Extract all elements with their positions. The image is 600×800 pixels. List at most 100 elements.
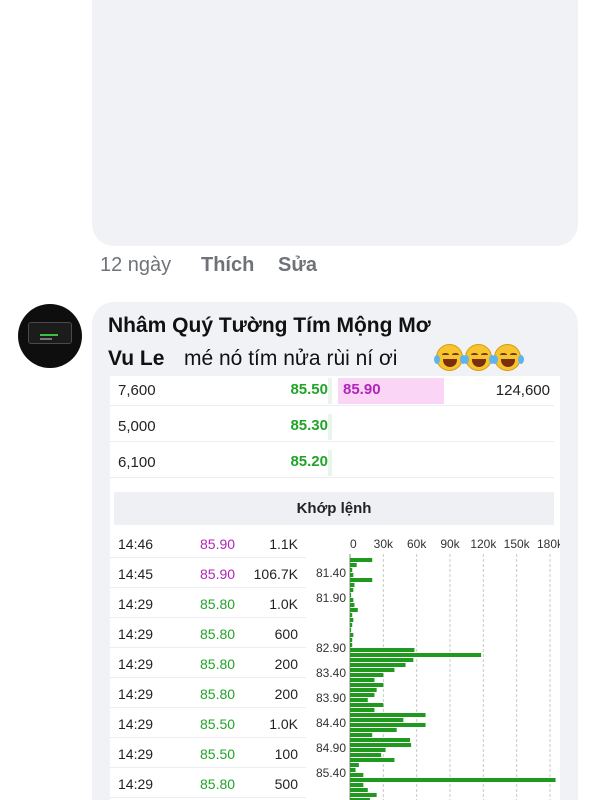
volume-bar: [350, 643, 353, 647]
bid-price: 85.20: [290, 453, 328, 470]
volume-bar: [350, 748, 386, 752]
comment-mention[interactable]: Vu Le: [108, 347, 164, 371]
attached-stock-screenshot[interactable]: 7,600 85.50 85.90 124,600 5,000 85.30 6,…: [110, 376, 560, 800]
y-tick-label: 85.40: [316, 766, 346, 780]
volume-bar: [350, 598, 354, 602]
trade-time: 14:29: [118, 716, 154, 732]
x-tick-label: 30k: [374, 537, 394, 551]
volume-bar: [350, 558, 373, 562]
comment-author[interactable]: Nhâm Quý Tường Tím Mộng Mơ: [108, 314, 431, 338]
trade-price: 85.90: [200, 566, 236, 582]
trade-row: 14:29 85.80 200: [110, 678, 306, 708]
comment-time: 12 ngày: [100, 254, 172, 276]
trade-row: 14:46 85.90 1.1K: [110, 528, 306, 558]
volume-bar: [350, 738, 410, 742]
volume-bar: [350, 783, 364, 787]
order-book-row: 7,600 85.50 85.90 124,600: [110, 376, 554, 406]
like-button[interactable]: Thích: [201, 254, 254, 277]
avatar[interactable]: [18, 304, 82, 368]
volume-bar: [350, 793, 377, 797]
trade-volume: 200: [274, 656, 298, 672]
y-tick-label: 83.40: [316, 666, 346, 680]
face-with-tears-of-joy-icon: [463, 344, 495, 371]
volume-bar: [350, 778, 556, 782]
trade-time: 14:46: [118, 536, 154, 552]
trade-volume: 1.0K: [269, 716, 298, 732]
volume-bar: [350, 723, 426, 727]
x-tick-label: 150k: [504, 537, 531, 551]
trade-row: 14:29 85.50 100: [110, 738, 306, 768]
trade-row: 14:29 85.80 500: [110, 768, 306, 798]
volume-bar: [350, 603, 355, 607]
x-tick-label: 0: [350, 537, 357, 551]
trade-price: 85.50: [200, 746, 236, 762]
volume-bar: [350, 708, 375, 712]
matched-orders-header: Khớp lệnh: [114, 492, 554, 525]
trade-volume: 100: [274, 746, 298, 762]
volume-bar: [350, 633, 354, 637]
volume-bar: [350, 753, 382, 757]
trade-time: 14:29: [118, 686, 154, 702]
trade-price: 85.80: [200, 596, 236, 612]
volume-bar: [350, 768, 356, 772]
volume-bar: [350, 618, 354, 622]
bid-volume: 7,600: [118, 382, 156, 399]
trade-price: 85.80: [200, 776, 236, 792]
volume-bar: [350, 573, 354, 577]
volume-bar: [350, 588, 354, 592]
volume-bar: [350, 663, 406, 667]
y-tick-label: 81.40: [316, 566, 346, 580]
volume-bar: [350, 788, 368, 792]
trade-time: 14:29: [118, 626, 154, 642]
previous-comment-bubble: [92, 0, 578, 246]
bid-price: 85.50: [290, 381, 328, 398]
x-tick-label: 90k: [440, 537, 460, 551]
volume-bar: [350, 683, 384, 687]
volume-bar: [350, 693, 375, 697]
face-with-tears-of-joy-icon: [434, 344, 466, 371]
y-tick-label: 81.90: [316, 591, 346, 605]
x-tick-label: 120k: [470, 537, 497, 551]
volume-bar: [350, 698, 368, 702]
edit-button[interactable]: Sửa: [278, 254, 317, 277]
volume-bar: [350, 568, 353, 572]
volume-bar: [350, 673, 384, 677]
trade-volume: 106.7K: [253, 566, 298, 582]
volume-by-price-chart: 0 30k 60k 90k 120k 150k 180k 81.40 81.90 82.90 83.…: [316, 537, 560, 800]
trade-row: 14:29 85.50 1.0K: [110, 708, 306, 738]
x-tick-label: 180k: [537, 537, 560, 551]
avatar-screen-graphic: [28, 322, 72, 344]
volume-bar: [350, 763, 359, 767]
y-tick-label: 82.90: [316, 641, 346, 655]
ask-price: 85.90: [343, 381, 381, 398]
volume-bar: [350, 593, 352, 597]
face-with-tears-of-joy-icon: [492, 344, 524, 371]
volume-bar: [350, 713, 426, 717]
order-book-row: 6,100 85.20: [110, 448, 554, 478]
trade-time: 14:45: [118, 566, 154, 582]
volume-bar: [350, 758, 395, 762]
trade-price: 85.80: [200, 626, 236, 642]
y-tick-label: 83.90: [316, 691, 346, 705]
bid-price: 85.30: [290, 417, 328, 434]
volume-bar: [350, 733, 373, 737]
trade-row: 14:29 85.80 600: [110, 618, 306, 648]
trade-volume: 1.0K: [269, 596, 298, 612]
volume-bar: [350, 718, 404, 722]
trade-volume: 500: [274, 776, 298, 792]
volume-bar: [350, 578, 373, 582]
volume-bar: [350, 703, 384, 707]
volume-bar: [350, 653, 482, 657]
bid-volume: 5,000: [118, 418, 156, 435]
trade-row: 14:29 85.80 200: [110, 648, 306, 678]
volume-bar: [350, 743, 412, 747]
bid-volume: 6,100: [118, 454, 156, 471]
order-book-row: 5,000 85.30: [110, 412, 554, 442]
volume-bar: [350, 623, 353, 627]
trade-row: 14:29 85.80 1.0K: [110, 588, 306, 618]
volume-bar: [350, 728, 397, 732]
volume-bar: [350, 563, 357, 567]
trade-price: 85.90: [200, 536, 236, 552]
trade-price: 85.50: [200, 716, 236, 732]
x-tick-label: 60k: [407, 537, 427, 551]
